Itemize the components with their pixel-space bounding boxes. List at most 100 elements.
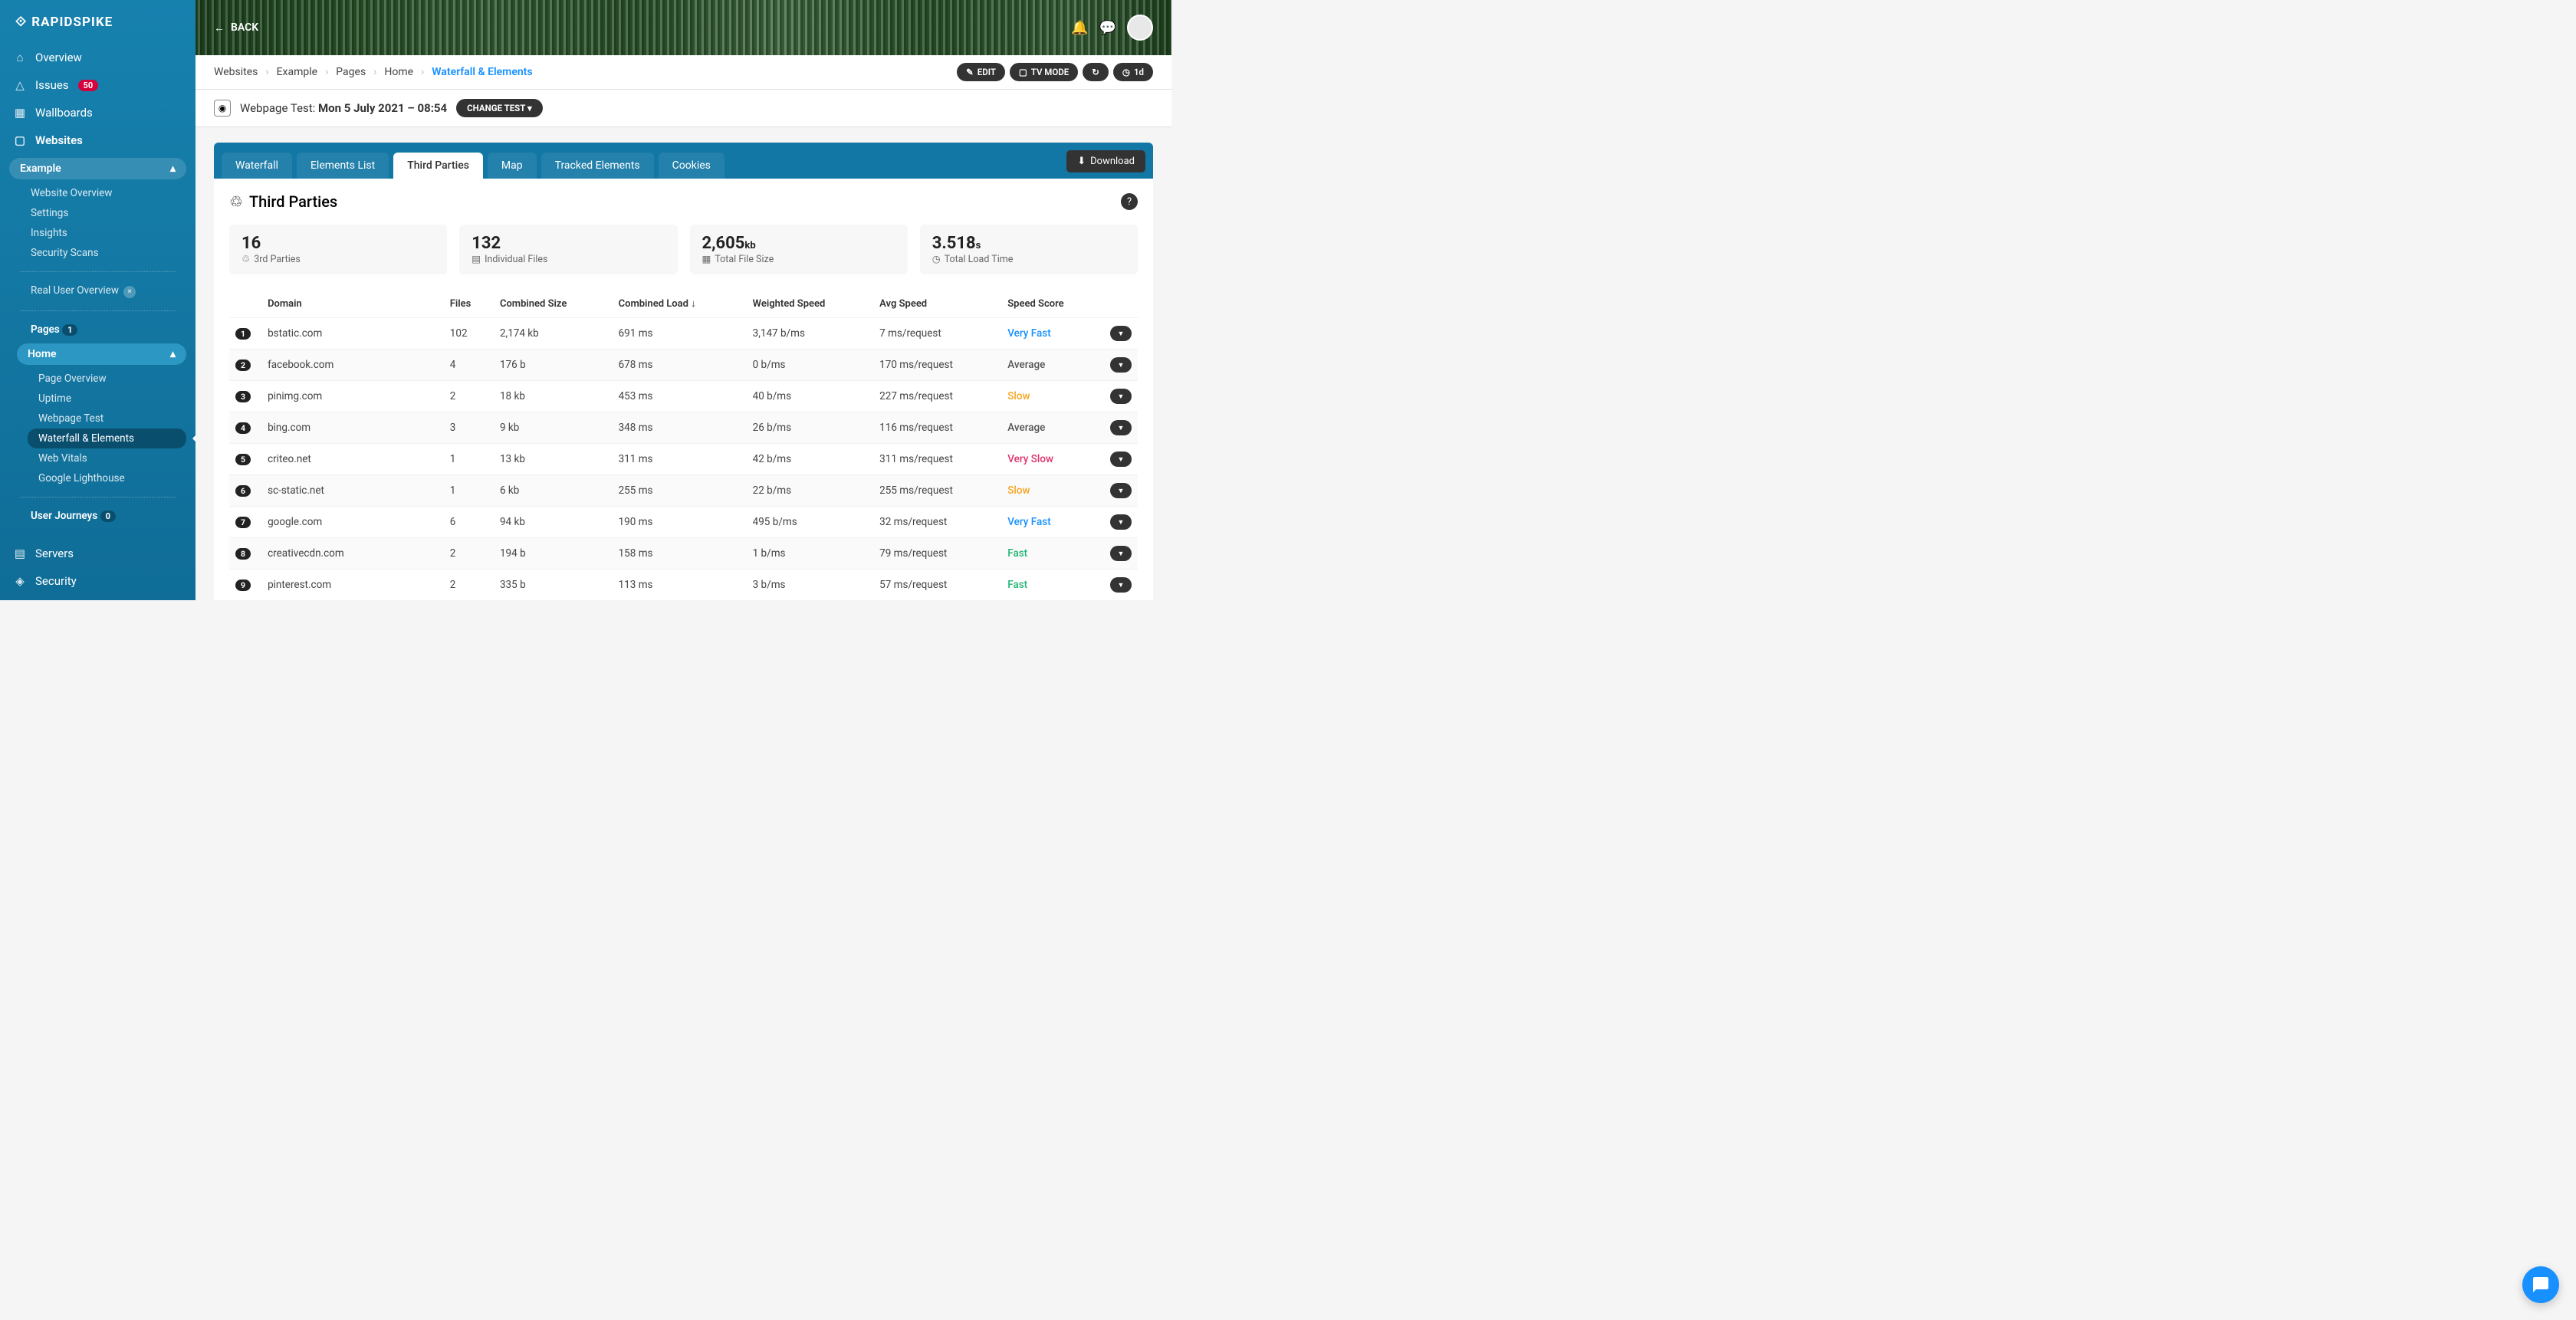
sidebar-pages[interactable]: Pages 1 [20,320,186,340]
pencil-icon: ✎ [966,67,974,77]
cell-aspeed: 7 ms/request [873,318,1001,350]
breadcrumb-home[interactable]: Home [384,66,413,78]
bell-icon[interactable]: 🔔 [1071,20,1088,36]
sidebar-real-user[interactable]: Real User Overview× [20,281,186,302]
nav-security[interactable]: ◈Security [0,567,196,595]
change-test-button[interactable]: CHANGE TEST ▾ [456,99,543,117]
stat-card: 132▤Individual Files [459,225,677,274]
chat-bubble[interactable] [2522,1266,2559,1303]
nav-websites[interactable]: ▢Websites [0,126,196,154]
expand-button[interactable]: ▼ [1110,326,1132,341]
avatar[interactable] [1127,15,1153,41]
sidebar-webpage-test[interactable]: Webpage Test [28,409,186,429]
sidebar-waterfall[interactable]: Waterfall & Elements [28,429,186,448]
cell-score: Slow [1001,381,1104,412]
nav-connect[interactable]: ⚲Connect Anything [0,595,196,601]
stat-card: 3.518s◷Total Load Time [920,225,1138,274]
cell-wspeed: 0 b/ms [747,350,874,381]
breadcrumb-pages[interactable]: Pages [336,66,366,78]
expand-button[interactable]: ▼ [1110,577,1132,593]
col-domain[interactable]: Domain [261,290,444,318]
edit-button[interactable]: ✎EDIT [957,63,1005,81]
tv-mode-button[interactable]: ▢TV MODE [1010,63,1078,81]
refresh-button[interactable]: ↻ [1083,63,1109,81]
cell-domain: criteo.net [261,444,444,475]
sidebar-page-overview[interactable]: Page Overview [28,369,186,389]
chevron-up-icon: ▴ [170,348,176,360]
nav-servers[interactable]: ▤Servers [0,540,196,567]
nav-wallboards[interactable]: ▦Wallboards [0,99,196,126]
stat-icon: ▤ [472,253,481,265]
cell-load: 678 ms [613,350,747,381]
expand-button[interactable]: ▼ [1110,451,1132,467]
help-icon[interactable]: ? [1121,193,1138,210]
breadcrumb-example[interactable]: Example [277,66,317,78]
expand-button[interactable]: ▼ [1110,483,1132,498]
cell-size: 176 b [494,350,613,381]
cell-files: 3 [444,412,494,444]
expand-button[interactable]: ▼ [1110,514,1132,530]
col-score[interactable]: Speed Score [1001,290,1104,318]
header-banner: ←BACK 🔔 💬 [196,0,1171,55]
chat-icon[interactable]: 💬 [1099,20,1116,36]
recycle-icon: ♲ [229,192,243,211]
col-load[interactable]: Combined Load ↓ [613,290,747,318]
col-size[interactable]: Combined Size [494,290,613,318]
col-files[interactable]: Files [444,290,494,318]
cell-domain: bing.com [261,412,444,444]
expand-button[interactable]: ▼ [1110,546,1132,561]
refresh-icon: ↻ [1092,67,1099,77]
breadcrumb-websites[interactable]: Websites [214,66,258,78]
back-button[interactable]: ←BACK [214,21,258,34]
cell-size: 13 kb [494,444,613,475]
period-button[interactable]: ◷1d [1113,63,1153,81]
tab-cookies[interactable]: Cookies [659,153,724,179]
expand-button[interactable]: ▼ [1110,420,1132,435]
tab-tracked-elements[interactable]: Tracked Elements [541,153,654,179]
table-row: 5 criteo.net 1 13 kb 311 ms 42 b/ms 311 … [229,444,1138,475]
cell-size: 335 b [494,570,613,601]
server-icon: ▤ [14,547,26,560]
cell-wspeed: 495 b/ms [747,507,874,538]
sidebar-lighthouse[interactable]: Google Lighthouse [28,468,186,488]
tab-waterfall[interactable]: Waterfall [222,153,292,179]
expand-button[interactable]: ▼ [1110,357,1132,373]
nav-issues[interactable]: △Issues50 [0,71,196,99]
shield-icon: ◈ [14,574,26,588]
cell-score: Average [1001,412,1104,444]
cell-wspeed: 26 b/ms [747,412,874,444]
cell-size: 94 kb [494,507,613,538]
tab-third-parties[interactable]: Third Parties [393,153,483,179]
cell-files: 1 [444,444,494,475]
sidebar-uptime[interactable]: Uptime [28,389,186,409]
tv-icon: ▢ [1019,67,1027,77]
sidebar-security-scans[interactable]: Security Scans [20,243,186,263]
sidebar-home-header[interactable]: Home▴ [17,343,186,365]
close-icon[interactable]: × [123,286,136,298]
uj-badge: 0 [100,511,116,522]
col-aspeed[interactable]: Avg Speed [873,290,1001,318]
col-wspeed[interactable]: Weighted Speed [747,290,874,318]
breadcrumb: Websites› Example› Pages› Home› Waterfal… [214,66,533,78]
issues-badge: 50 [78,80,99,91]
rank-badge: 5 [235,454,251,465]
sidebar-web-vitals[interactable]: Web Vitals [28,448,186,468]
download-button[interactable]: ⬇Download [1066,150,1145,172]
sidebar-example-header[interactable]: Example▴ [9,158,186,179]
tab-map[interactable]: Map [488,153,537,179]
cell-score: Very Slow [1001,444,1104,475]
cell-aspeed: 255 ms/request [873,475,1001,507]
table-row: 9 pinterest.com 2 335 b 113 ms 3 b/ms 57… [229,570,1138,601]
tab-elements-list[interactable]: Elements List [297,153,389,179]
cell-files: 2 [444,570,494,601]
expand-button[interactable]: ▼ [1110,389,1132,404]
sidebar-user-journeys[interactable]: User Journeys 0 [20,506,186,526]
sidebar-website-overview[interactable]: Website Overview [20,183,186,203]
nav-overview[interactable]: ⌂Overview [0,44,196,71]
logo[interactable]: ⟐ RAPIDSPIKE [0,0,196,44]
sidebar-settings[interactable]: Settings [20,203,186,223]
pages-badge: 1 [62,324,77,336]
sidebar-insights[interactable]: Insights [20,223,186,243]
third-parties-table: Domain Files Combined Size Combined Load… [229,290,1138,600]
table-row: 1 bstatic.com 102 2,174 kb 691 ms 3,147 … [229,318,1138,350]
